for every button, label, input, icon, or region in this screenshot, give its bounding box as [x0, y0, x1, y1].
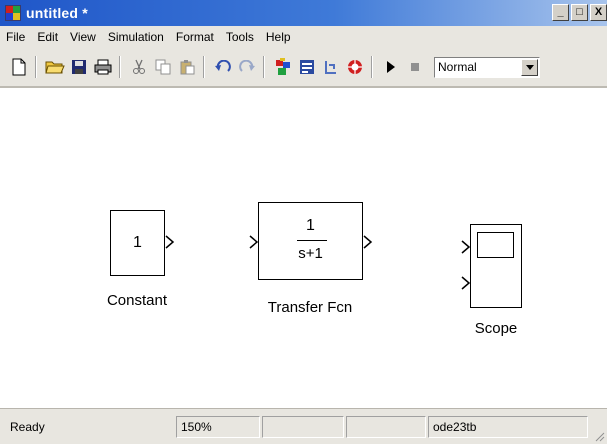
toolbar-separator — [119, 56, 121, 78]
menu-format[interactable]: Format — [170, 30, 220, 44]
constant-value: 1 — [133, 234, 142, 251]
stop-simulation-icon[interactable] — [404, 56, 426, 78]
fraction-bar — [297, 240, 327, 241]
signal-icon[interactable] — [344, 56, 366, 78]
scope-block[interactable] — [470, 224, 522, 308]
paste-icon[interactable] — [176, 56, 198, 78]
print-icon[interactable] — [92, 56, 114, 78]
window-controls: _ □ X — [552, 4, 607, 21]
simulation-mode-select[interactable]: Normal — [434, 56, 540, 78]
open-folder-icon[interactable] — [44, 56, 66, 78]
toolbar-separator — [263, 56, 265, 78]
status-pane-empty — [262, 416, 344, 438]
toolbar-separator — [203, 56, 205, 78]
start-simulation-icon[interactable] — [380, 56, 402, 78]
cut-icon[interactable] — [128, 56, 150, 78]
minimize-button[interactable]: _ — [552, 4, 569, 21]
transfer-fcn-numerator: 1 — [306, 217, 315, 234]
title-bar: untitled * _ □ X — [0, 0, 607, 26]
simulation-mode-value: Normal — [438, 60, 477, 74]
menu-tools[interactable]: Tools — [220, 30, 260, 44]
status-bar: Ready 150% ode23tb — [0, 408, 607, 444]
library-browser-icon[interactable] — [272, 56, 294, 78]
chevron-down-icon[interactable] — [521, 58, 538, 76]
simulink-app-icon[interactable] — [5, 5, 21, 21]
window-title: untitled * — [26, 5, 88, 21]
toolbar-separator — [35, 56, 37, 78]
toolbar: Normal — [0, 48, 607, 88]
menu-bar: File Edit View Simulation Format Tools H… — [0, 26, 607, 48]
toolbar-separator — [371, 56, 373, 78]
close-button[interactable]: X — [590, 4, 607, 21]
transfer-fcn-denominator: s+1 — [298, 245, 323, 262]
debug-icon[interactable] — [320, 56, 342, 78]
scope-label[interactable]: Scope — [456, 320, 536, 337]
menu-view[interactable]: View — [64, 30, 102, 44]
constant-label[interactable]: Constant — [97, 292, 177, 309]
zoom-level: 150% — [176, 416, 260, 438]
menu-simulation[interactable]: Simulation — [102, 30, 170, 44]
scope-screen-icon — [477, 232, 514, 258]
constant-block[interactable]: 1 — [110, 210, 165, 276]
status-pane-empty — [346, 416, 426, 438]
menu-help[interactable]: Help — [260, 30, 297, 44]
output-port-icon[interactable] — [363, 235, 373, 249]
maximize-button[interactable]: □ — [571, 4, 588, 21]
output-port-icon[interactable] — [165, 235, 175, 249]
model-canvas[interactable]: 1 Constant 1 s+1 Transfer Fcn Scope — [0, 90, 607, 408]
save-icon[interactable] — [68, 56, 90, 78]
model-explorer-icon[interactable] — [296, 56, 318, 78]
undo-icon[interactable] — [212, 56, 234, 78]
status-text: Ready — [10, 420, 45, 434]
menu-file[interactable]: File — [0, 30, 31, 44]
new-file-icon[interactable] — [8, 56, 30, 78]
resize-grip-icon[interactable] — [593, 430, 605, 442]
solver-name: ode23tb — [428, 416, 588, 438]
transfer-fcn-block[interactable]: 1 s+1 — [258, 202, 363, 280]
redo-icon[interactable] — [236, 56, 258, 78]
transfer-fcn-label[interactable]: Transfer Fcn — [250, 299, 370, 316]
menu-edit[interactable]: Edit — [31, 30, 64, 44]
copy-icon[interactable] — [152, 56, 174, 78]
